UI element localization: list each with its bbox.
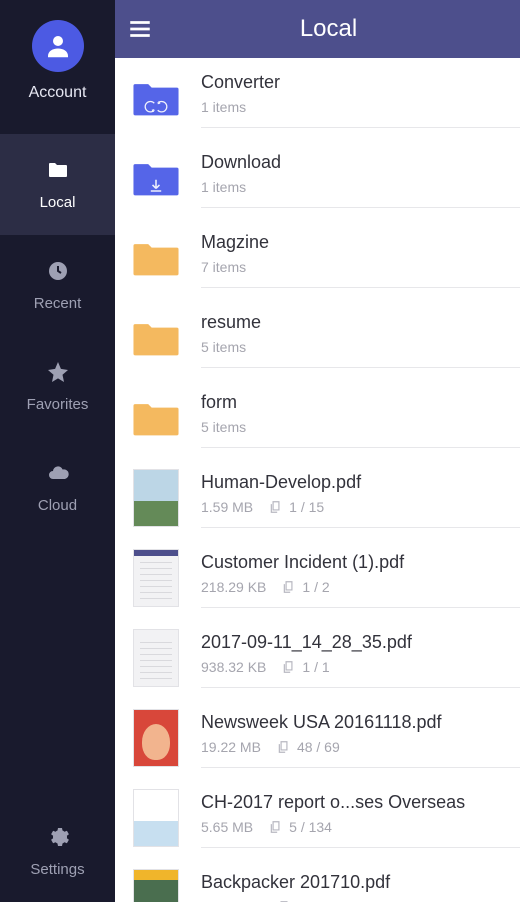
- file-name: Newsweek USA 20161118.pdf: [201, 712, 520, 733]
- star-icon: [46, 360, 70, 384]
- file-pages: 5 / 134: [269, 819, 332, 835]
- folder-count: 5 items: [201, 339, 520, 355]
- folder-icon: [130, 157, 182, 199]
- pages-icon: [269, 500, 283, 514]
- file-list[interactable]: Converter 1 items Download 1 items Magzi…: [115, 58, 520, 902]
- pdf-thumbnail: [133, 709, 179, 767]
- sidebar-item-label: Settings: [30, 861, 84, 878]
- file-name: Human-Develop.pdf: [201, 472, 520, 493]
- file-row[interactable]: 2017-09-11_14_28_35.pdf 938.32 KB 1 / 1: [115, 618, 520, 698]
- folder-count: 1 items: [201, 99, 520, 115]
- folder-row[interactable]: Download 1 items: [115, 138, 520, 218]
- top-bar: Local: [115, 0, 520, 58]
- file-row[interactable]: Newsweek USA 20161118.pdf 19.22 MB 48 / …: [115, 698, 520, 778]
- folder-name: Converter: [201, 72, 520, 93]
- page-title: Local: [149, 15, 508, 43]
- avatar-icon: [32, 20, 84, 72]
- folder-icon: [130, 317, 182, 359]
- file-name: 2017-09-11_14_28_35.pdf: [201, 632, 520, 653]
- file-row[interactable]: Human-Develop.pdf 1.59 MB 1 / 15: [115, 458, 520, 538]
- folder-row[interactable]: Converter 1 items: [115, 58, 520, 138]
- folder-row[interactable]: resume 5 items: [115, 298, 520, 378]
- clock-icon: [46, 259, 70, 283]
- file-size: 19.22 MB: [201, 739, 261, 755]
- sidebar-item-local[interactable]: Local: [0, 134, 115, 235]
- file-name: Customer Incident (1).pdf: [201, 552, 520, 573]
- file-name: CH-2017 report o...ses Overseas: [201, 792, 520, 813]
- sidebar-item-recent[interactable]: Recent: [0, 235, 115, 336]
- folder-count: 5 items: [201, 419, 520, 435]
- pdf-thumbnail: [133, 869, 179, 902]
- cloud-icon: [46, 461, 70, 485]
- file-name: Backpacker 201710.pdf: [201, 872, 520, 893]
- file-row[interactable]: Customer Incident (1).pdf 218.29 KB 1 / …: [115, 538, 520, 618]
- sidebar: Account Local Recent Favorites Cloud Set…: [0, 0, 115, 902]
- pages-icon: [269, 820, 283, 834]
- pdf-thumbnail: [133, 629, 179, 687]
- sidebar-item-label: Cloud: [38, 497, 77, 514]
- sidebar-item-label: Favorites: [27, 396, 89, 413]
- folder-row[interactable]: form 5 items: [115, 378, 520, 458]
- sidebar-item-label: Local: [40, 194, 76, 211]
- file-size: 218.29 KB: [201, 579, 266, 595]
- folder-name: Magzine: [201, 232, 520, 253]
- file-pages: 1 / 15: [269, 499, 324, 515]
- folder-icon: [46, 158, 70, 182]
- pdf-thumbnail: [133, 469, 179, 527]
- sidebar-item-settings[interactable]: Settings: [0, 801, 115, 902]
- pages-icon: [282, 580, 296, 594]
- file-pages: 1 / 2: [282, 579, 329, 595]
- main-pane: Local Converter 1 items Download 1 items…: [115, 0, 520, 902]
- file-row[interactable]: Backpacker 201710.pdf 43.41 MB 1 / 84: [115, 858, 520, 902]
- folder-count: 7 items: [201, 259, 520, 275]
- file-size: 1.59 MB: [201, 499, 253, 515]
- pages-icon: [282, 660, 296, 674]
- sidebar-item-label: Recent: [34, 295, 82, 312]
- pdf-thumbnail: [133, 549, 179, 607]
- file-row[interactable]: CH-2017 report o...ses Overseas 5.65 MB …: [115, 778, 520, 858]
- folder-count: 1 items: [201, 179, 520, 195]
- sidebar-item-favorites[interactable]: Favorites: [0, 336, 115, 437]
- folder-name: resume: [201, 312, 520, 333]
- folder-icon: [130, 77, 182, 119]
- folder-icon: [130, 397, 182, 439]
- nav-items: Local Recent Favorites Cloud: [0, 134, 115, 801]
- folder-row[interactable]: Magzine 7 items: [115, 218, 520, 298]
- file-pages: 48 / 69: [277, 739, 340, 755]
- pages-icon: [277, 740, 291, 754]
- file-size: 5.65 MB: [201, 819, 253, 835]
- folder-icon: [130, 237, 182, 279]
- file-size: 938.32 KB: [201, 659, 266, 675]
- folder-name: form: [201, 392, 520, 413]
- account-label: Account: [29, 84, 87, 102]
- folder-name: Download: [201, 152, 520, 173]
- sidebar-item-cloud[interactable]: Cloud: [0, 437, 115, 538]
- account-section[interactable]: Account: [29, 20, 87, 102]
- file-pages: 1 / 1: [282, 659, 329, 675]
- gear-icon: [46, 825, 70, 849]
- pdf-thumbnail: [133, 789, 179, 847]
